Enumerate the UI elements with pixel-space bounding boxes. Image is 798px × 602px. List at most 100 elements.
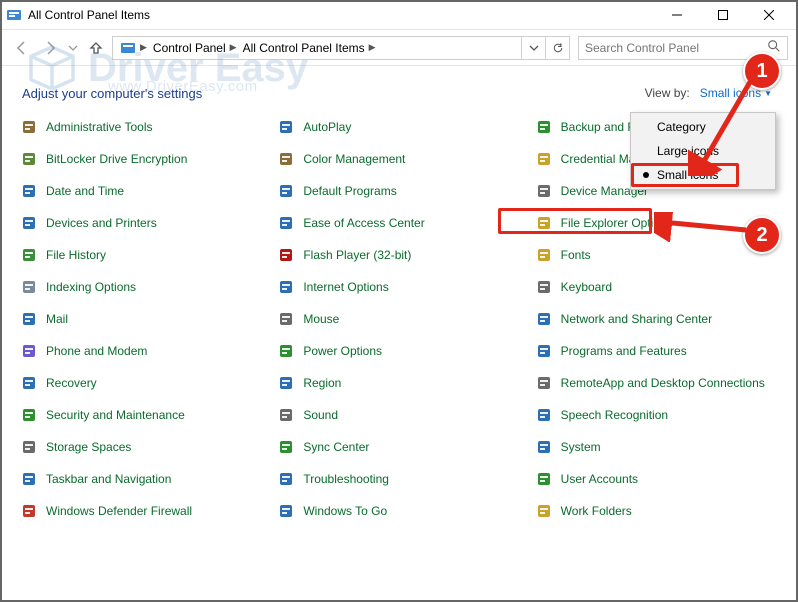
security-icon	[20, 406, 38, 424]
default-icon	[277, 182, 295, 200]
item-flash-player-32-bit[interactable]: Flash Player (32-bit)	[275, 244, 522, 266]
item-speech-recognition[interactable]: Speech Recognition	[533, 404, 780, 426]
item-devices-and-printers[interactable]: Devices and Printers	[18, 212, 265, 234]
item-mail[interactable]: Mail	[18, 308, 265, 330]
chevron-right-icon: ▶	[140, 42, 147, 53]
view-option-category[interactable]: Category	[633, 115, 773, 139]
view-by-label: View by:	[645, 86, 690, 100]
chevron-right-icon: ▶	[369, 42, 376, 53]
item-label: Taskbar and Navigation	[46, 472, 171, 486]
item-label: Security and Maintenance	[46, 408, 185, 422]
item-label: Power Options	[303, 344, 382, 358]
item-windows-defender-firewall[interactable]: Windows Defender Firewall	[18, 500, 265, 522]
item-bitlocker-drive-encryption[interactable]: BitLocker Drive Encryption	[18, 148, 265, 170]
item-fonts[interactable]: Fonts	[533, 244, 780, 266]
back-button[interactable]	[10, 36, 34, 60]
recent-locations-button[interactable]	[66, 36, 80, 60]
item-label: Speech Recognition	[561, 408, 668, 422]
explorer-icon	[535, 214, 553, 232]
devices-icon	[20, 214, 38, 232]
minimize-button[interactable]	[654, 0, 700, 30]
system-icon	[535, 438, 553, 456]
forward-button[interactable]	[38, 36, 62, 60]
item-storage-spaces[interactable]: Storage Spaces	[18, 436, 265, 458]
item-file-history[interactable]: File History	[18, 244, 265, 266]
history-dropdown[interactable]	[521, 37, 545, 59]
control-panel-icon	[120, 40, 136, 56]
maximize-button[interactable]	[700, 0, 746, 30]
internet-icon	[277, 278, 295, 296]
item-autoplay[interactable]: AutoPlay	[275, 116, 522, 138]
refresh-button[interactable]	[545, 37, 569, 59]
item-taskbar-and-navigation[interactable]: Taskbar and Navigation	[18, 468, 265, 490]
bitlocker-icon	[20, 150, 38, 168]
item-programs-and-features[interactable]: Programs and Features	[533, 340, 780, 362]
credential-icon	[535, 150, 553, 168]
mouse-icon	[277, 310, 295, 328]
autoplay-icon	[277, 118, 295, 136]
item-network-and-sharing-center[interactable]: Network and Sharing Center	[533, 308, 780, 330]
item-mouse[interactable]: Mouse	[275, 308, 522, 330]
keyboard-icon	[535, 278, 553, 296]
search-input[interactable]	[585, 41, 767, 55]
window-title: All Control Panel Items	[28, 8, 150, 22]
item-default-programs[interactable]: Default Programs	[275, 180, 522, 202]
item-sound[interactable]: Sound	[275, 404, 522, 426]
item-label: Sound	[303, 408, 338, 422]
close-button[interactable]	[746, 0, 792, 30]
address-bar[interactable]: ▶ Control Panel ▶ All Control Panel Item…	[112, 36, 570, 60]
item-label: Storage Spaces	[46, 440, 131, 454]
phone-icon	[20, 342, 38, 360]
crumb-all-items[interactable]: All Control Panel Items ▶	[240, 37, 379, 59]
item-label: Fonts	[561, 248, 591, 262]
item-work-folders[interactable]: Work Folders	[533, 500, 780, 522]
crumb-control-panel[interactable]: Control Panel ▶	[150, 37, 240, 59]
titlebar: All Control Panel Items	[0, 0, 798, 30]
item-internet-options[interactable]: Internet Options	[275, 276, 522, 298]
item-remoteapp-and-desktop-connections[interactable]: RemoteApp and Desktop Connections	[533, 372, 780, 394]
users-icon	[535, 470, 553, 488]
item-label: File History	[46, 248, 106, 262]
view-option-small-icons[interactable]: Small icons	[633, 163, 773, 187]
item-ease-of-access-center[interactable]: Ease of Access Center	[275, 212, 522, 234]
item-date-and-time[interactable]: Date and Time	[18, 180, 265, 202]
item-keyboard[interactable]: Keyboard	[533, 276, 780, 298]
chevron-down-icon: ▼	[764, 89, 772, 98]
view-option-large-icons[interactable]: Large icons	[633, 139, 773, 163]
item-label: Indexing Options	[46, 280, 136, 294]
view-option-label: Large icons	[657, 144, 719, 158]
work-icon	[535, 502, 553, 520]
item-troubleshooting[interactable]: Troubleshooting	[275, 468, 522, 490]
item-label: Region	[303, 376, 341, 390]
item-power-options[interactable]: Power Options	[275, 340, 522, 362]
item-recovery[interactable]: Recovery	[18, 372, 265, 394]
item-phone-and-modem[interactable]: Phone and Modem	[18, 340, 265, 362]
crumb-root[interactable]: ▶	[117, 37, 150, 59]
view-option-label: Small icons	[657, 168, 718, 182]
up-button[interactable]	[84, 36, 108, 60]
item-user-accounts[interactable]: User Accounts	[533, 468, 780, 490]
item-region[interactable]: Region	[275, 372, 522, 394]
item-label: Ease of Access Center	[303, 216, 424, 230]
wintogo-icon	[277, 502, 295, 520]
item-color-management[interactable]: Color Management	[275, 148, 522, 170]
item-windows-to-go[interactable]: Windows To Go	[275, 500, 522, 522]
trouble-icon	[277, 470, 295, 488]
admin-icon	[20, 118, 38, 136]
item-label: Devices and Printers	[46, 216, 157, 230]
chevron-right-icon: ▶	[230, 42, 237, 53]
region-icon	[277, 374, 295, 392]
date-icon	[20, 182, 38, 200]
network-icon	[535, 310, 553, 328]
item-indexing-options[interactable]: Indexing Options	[18, 276, 265, 298]
item-system[interactable]: System	[533, 436, 780, 458]
content-header: Adjust your computer's settings View by:…	[0, 66, 798, 110]
sync-icon	[277, 438, 295, 456]
item-security-and-maintenance[interactable]: Security and Maintenance	[18, 404, 265, 426]
item-administrative-tools[interactable]: Administrative Tools	[18, 116, 265, 138]
callout-badge-2: 2	[743, 216, 781, 254]
item-label: BitLocker Drive Encryption	[46, 152, 187, 166]
bullet-icon	[643, 172, 649, 178]
item-sync-center[interactable]: Sync Center	[275, 436, 522, 458]
item-label: Keyboard	[561, 280, 612, 294]
